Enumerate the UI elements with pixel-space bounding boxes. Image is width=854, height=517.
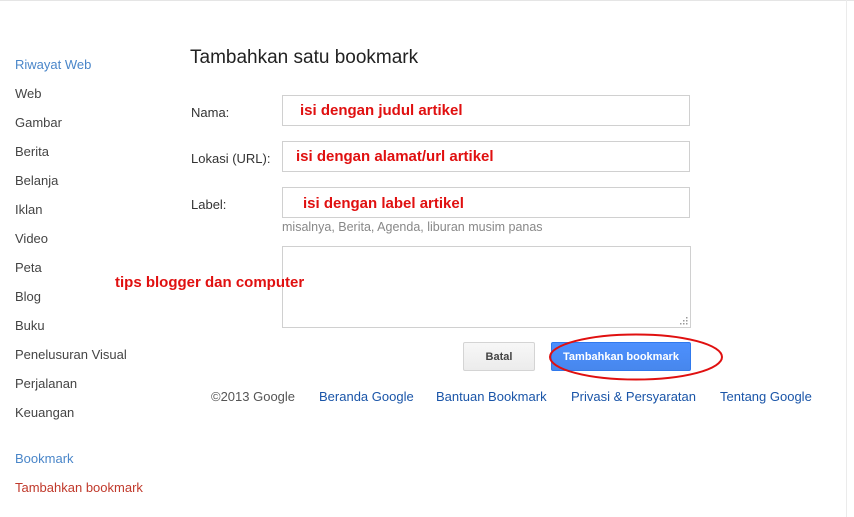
notes-textarea[interactable] (282, 246, 691, 328)
sidebar-item-bookmark[interactable]: Bookmark (15, 451, 74, 467)
sidebar-item-riwayat-web[interactable]: Riwayat Web (15, 57, 91, 73)
resize-grip-icon[interactable] (678, 315, 688, 325)
page-title: Tambahkan satu bookmark (190, 47, 419, 68)
sidebar-item-keuangan[interactable]: Keuangan (15, 405, 74, 421)
sidebar-item-belanja[interactable]: Belanja (15, 173, 58, 189)
cancel-button[interactable]: Batal (463, 342, 535, 371)
name-label: Nama: (191, 105, 230, 120)
label-hint: misalnya, Berita, Agenda, liburan musim … (282, 220, 543, 234)
sidebar-item-blog[interactable]: Blog (15, 289, 41, 305)
sidebar-item-video[interactable]: Video (15, 231, 48, 247)
sidebar-item-peta[interactable]: Peta (15, 260, 42, 276)
sidebar-item-perjalanan[interactable]: Perjalanan (15, 376, 77, 392)
sidebar-item-gambar[interactable]: Gambar (15, 115, 62, 131)
sidebar-item-iklan[interactable]: Iklan (15, 202, 42, 218)
footer-link-privasi[interactable]: Privasi & Persyaratan (571, 389, 696, 404)
label-label: Label: (191, 197, 227, 212)
name-field-value: isi dengan judul artikel (300, 102, 463, 119)
footer-link-bantuan[interactable]: Bantuan Bookmark (436, 389, 547, 404)
add-bookmark-button[interactable]: Tambahkan bookmark (551, 342, 691, 371)
copyright: ©2013 Google (211, 389, 296, 404)
footer-link-beranda[interactable]: Beranda Google (319, 389, 414, 404)
label-field-value: isi dengan label artikel (303, 195, 464, 212)
right-divider (846, 0, 847, 517)
sidebar-item-buku[interactable]: Buku (15, 318, 45, 334)
top-divider (0, 0, 854, 1)
annotation-text: tips blogger dan computer (115, 274, 305, 291)
sidebar-item-add-bookmark[interactable]: Tambahkan bookmark (15, 480, 143, 496)
sidebar-item-berita[interactable]: Berita (15, 144, 49, 160)
footer-link-tentang[interactable]: Tentang Google (720, 389, 812, 404)
sidebar-item-web[interactable]: Web (15, 86, 42, 102)
url-field-value: isi dengan alamat/url artikel (296, 148, 494, 165)
sidebar-item-penelusuran-visual[interactable]: Penelusuran Visual (15, 347, 127, 363)
url-label: Lokasi (URL): (191, 151, 271, 166)
